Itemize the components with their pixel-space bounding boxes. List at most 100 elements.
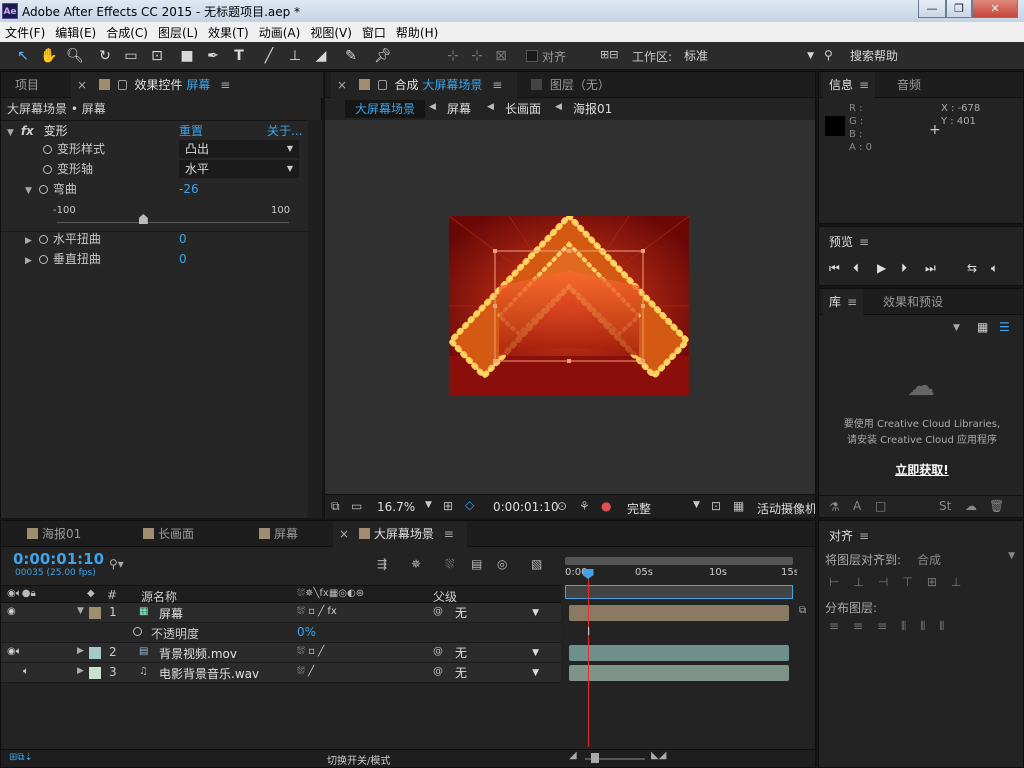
- view-axis-icon[interactable]: ⊠: [492, 47, 510, 65]
- menu-file[interactable]: 文件(F): [0, 24, 50, 41]
- search-help-input[interactable]: 搜索帮助: [850, 47, 1020, 65]
- layer-row-3[interactable]: 🔈︎ ▶ 3 ♫ 电影背景音乐.wav ⛆ ╱ @ 无 ▼: [1, 663, 561, 683]
- get-now-link[interactable]: 立即获取!: [819, 461, 1024, 478]
- tab-effect-controls[interactable]: × 效果控件 屏幕 ≡: [71, 72, 323, 98]
- sync-icon[interactable]: ☁: [965, 499, 977, 513]
- layer-name[interactable]: 电影背景音乐.wav: [159, 665, 259, 682]
- layer-label-color[interactable]: [89, 667, 101, 679]
- layer-bar-2[interactable]: [569, 645, 789, 661]
- loop-icon[interactable]: ⇆: [967, 261, 977, 275]
- warp-style-dropdown[interactable]: 凸出: [179, 140, 299, 158]
- audio-speaker-icon[interactable]: 🔈︎: [991, 261, 998, 276]
- maximize-button[interactable]: ❐: [946, 0, 972, 18]
- tab-poster[interactable]: 海报01: [21, 521, 87, 547]
- rectangle-tool-icon[interactable]: ■: [178, 47, 196, 65]
- timeline-timecode[interactable]: 0:00:01:10: [13, 550, 104, 568]
- opacity-value[interactable]: 0%: [297, 625, 316, 639]
- hand-tool-icon[interactable]: ✋: [40, 47, 58, 65]
- layer-row-1[interactable]: ◉ ▼ 1 ▦ 屏幕 ⛆ ▫ ╱ fx @ 无 ▼: [1, 603, 561, 623]
- channel-icon[interactable]: ●: [601, 499, 611, 513]
- first-frame-icon[interactable]: ⏮: [829, 261, 840, 276]
- stopwatch-icon[interactable]: [43, 145, 52, 154]
- previous-frame-icon[interactable]: ⏴: [853, 261, 859, 276]
- eraser-tool-icon[interactable]: ◢: [312, 47, 330, 65]
- tab-info[interactable]: 信息 ≡: [823, 72, 876, 98]
- zoom-tool-icon[interactable]: 🔍︎: [66, 47, 84, 65]
- comp-viewer[interactable]: [325, 120, 815, 494]
- expand-layer-icon[interactable]: ▼: [77, 606, 84, 616]
- toggle-switches-modes[interactable]: 切换开关/模式: [327, 752, 390, 767]
- resolution-dropdown[interactable]: 完整: [627, 500, 651, 517]
- transparency-grid-icon[interactable]: ▦: [733, 499, 744, 513]
- timeline-search-icon[interactable]: ⚲▾: [109, 557, 124, 571]
- crumb-long-shot[interactable]: 长画面: [505, 100, 541, 118]
- list-view-icon[interactable]: ☰: [999, 320, 1010, 334]
- draft-3d-icon[interactable]: ✵: [411, 557, 421, 571]
- stopwatch-icon[interactable]: [38, 185, 48, 194]
- bend-slider-thumb[interactable]: [138, 214, 148, 224]
- stopwatch-icon[interactable]: [38, 235, 48, 244]
- panel-menu-icon[interactable]: ≡: [859, 78, 869, 92]
- next-frame-icon[interactable]: ⏵: [901, 261, 907, 276]
- panel-menu-icon[interactable]: ≡: [444, 527, 454, 541]
- layer-row-2[interactable]: ◉🔈︎ ▶ 2 ▤ 背景视频.mov ⛆ ▫ ╱ @ 无 ▼: [1, 643, 561, 663]
- stock-icon[interactable]: St: [939, 499, 951, 513]
- parent-dropdown[interactable]: 无 ▼: [455, 605, 543, 621]
- expand-layer-icon[interactable]: ▶: [77, 666, 84, 676]
- stopwatch-icon[interactable]: [133, 627, 142, 636]
- tab-main-comp[interactable]: × 大屏幕场景 ≡: [333, 521, 467, 547]
- scrollbar[interactable]: [308, 120, 322, 518]
- tab-long-shot[interactable]: 长画面: [137, 521, 200, 547]
- playhead-line[interactable]: [587, 569, 589, 747]
- vertical-distortion-value[interactable]: 0: [179, 249, 187, 269]
- region-of-interest-icon[interactable]: ⊡: [711, 499, 721, 513]
- expand-horizontal-icon[interactable]: ▶: [25, 231, 35, 251]
- play-icon[interactable]: ▶: [877, 261, 886, 275]
- visibility-eye-icon[interactable]: ◉: [7, 606, 16, 617]
- tab-project[interactable]: 项目: [9, 72, 45, 98]
- bend-slider-track[interactable]: [57, 222, 289, 223]
- close-button[interactable]: ✕: [972, 0, 1018, 18]
- layer-name[interactable]: 屏幕: [159, 605, 183, 622]
- effect-header-row[interactable]: ▼ fx 变形 重置 关于...: [7, 121, 307, 141]
- layer-switches[interactable]: ⛆ ╱: [297, 666, 314, 677]
- zoom-in-icon[interactable]: ◣◢: [651, 750, 666, 761]
- motion-blur-icon[interactable]: ◎: [497, 557, 507, 571]
- current-time[interactable]: 0:00:01:10: [493, 500, 559, 514]
- menu-animation[interactable]: 动画(A): [254, 24, 306, 41]
- menu-view[interactable]: 视图(V): [305, 24, 357, 41]
- selection-tool-icon[interactable]: ↖: [14, 47, 32, 65]
- tab-layer[interactable]: 图层（无）: [525, 72, 616, 98]
- horizontal-distortion-value[interactable]: 0: [179, 229, 187, 249]
- close-tab-icon[interactable]: ×: [339, 527, 349, 541]
- stopwatch-icon[interactable]: [38, 255, 48, 264]
- pick-whip-icon[interactable]: @: [433, 606, 443, 617]
- add-graphic-icon[interactable]: □: [875, 499, 886, 513]
- color-picker-icon[interactable]: ⚗: [829, 500, 840, 514]
- always-preview-icon[interactable]: ⧉: [331, 499, 340, 514]
- pan-behind-tool-icon[interactable]: ⊡: [148, 47, 166, 65]
- pen-tool-icon[interactable]: ✒: [204, 47, 222, 65]
- expand-layer-icon[interactable]: ▶: [77, 646, 84, 656]
- layer-bar-3[interactable]: [569, 665, 789, 681]
- tab-screen[interactable]: 屏幕: [253, 521, 304, 547]
- zoom-level[interactable]: 16.7%: [377, 500, 415, 514]
- tab-composition[interactable]: × 合成 大屏幕场景 ≡: [331, 72, 517, 98]
- panel-menu-icon[interactable]: ≡: [859, 235, 869, 249]
- layer-name[interactable]: 背景视频.mov: [159, 645, 237, 662]
- panel-menu-icon[interactable]: ≡: [492, 78, 502, 92]
- expand-panes-icons[interactable]: ⊞⧉⇣: [9, 752, 33, 763]
- crumb-main-comp[interactable]: 大屏幕场景: [345, 100, 426, 118]
- lock-icon[interactable]: [117, 80, 127, 90]
- minimize-button[interactable]: —: [918, 0, 946, 18]
- stopwatch-icon[interactable]: [43, 165, 52, 174]
- menu-help[interactable]: 帮助(H): [391, 24, 443, 41]
- crumb-poster[interactable]: 海报01: [573, 100, 612, 118]
- layer-bar-1[interactable]: [569, 605, 789, 621]
- reset-link[interactable]: 重置: [179, 121, 203, 141]
- expand-effect-icon[interactable]: ▼: [7, 123, 17, 143]
- panel-menu-icon[interactable]: ≡: [220, 78, 230, 92]
- time-ruler-area[interactable]: 0:00s 05s 10s 15s: [563, 549, 799, 601]
- menu-window[interactable]: 窗口: [357, 24, 391, 41]
- warp-axis-dropdown[interactable]: 水平: [179, 160, 299, 178]
